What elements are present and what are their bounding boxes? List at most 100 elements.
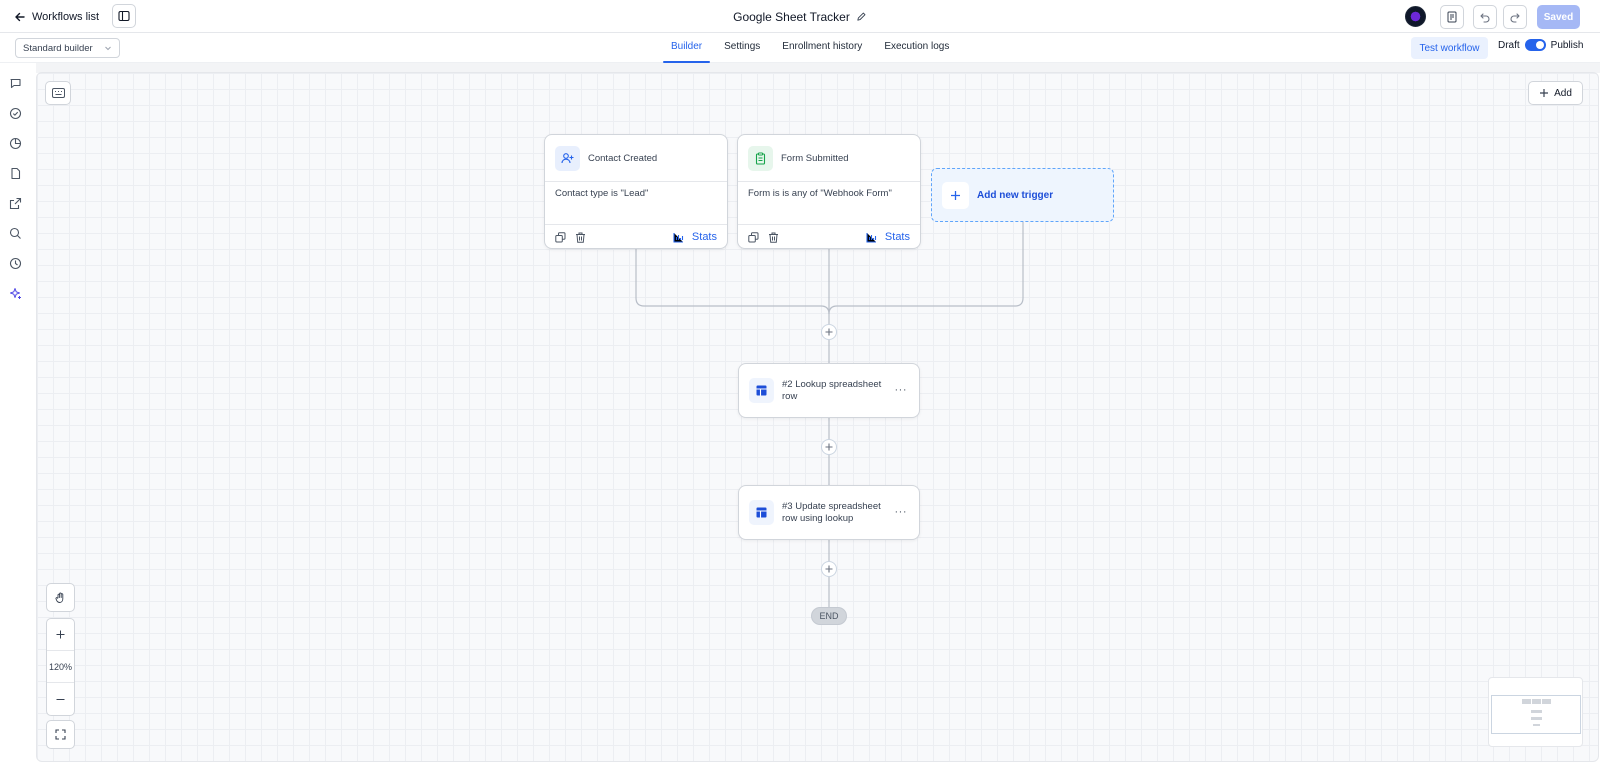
publish-toggle-group: Draft Publish bbox=[1498, 39, 1583, 51]
avatar[interactable] bbox=[1405, 6, 1426, 27]
trigger-condition: Contact type is "Lead" bbox=[545, 182, 727, 225]
minus-icon bbox=[56, 698, 65, 700]
sidebar-panel-icon bbox=[118, 10, 130, 22]
expand-icon bbox=[55, 729, 66, 740]
stats-label: Stats bbox=[884, 231, 910, 243]
external-link-icon[interactable] bbox=[9, 197, 22, 210]
hand-icon bbox=[55, 592, 64, 603]
action-card-update-row[interactable]: #3 Update spreadsheet row using lookup ·… bbox=[738, 485, 920, 540]
undo-icon bbox=[1480, 13, 1490, 23]
add-step-button[interactable] bbox=[821, 439, 837, 455]
user-plus-icon bbox=[555, 145, 580, 171]
fit-view-button[interactable] bbox=[46, 720, 75, 749]
plus-icon bbox=[56, 630, 65, 639]
trigger-header: Form Submitted bbox=[738, 135, 920, 182]
minimap-node bbox=[1542, 699, 1551, 704]
action-name: #3 Update spreadsheet row using lookup bbox=[782, 500, 881, 524]
add-new-trigger-label: Add new trigger bbox=[977, 189, 1054, 201]
clipboard-icon bbox=[748, 145, 773, 171]
redo-icon bbox=[1510, 13, 1520, 23]
sub-bar: Standard builder Builder Settings Enroll… bbox=[0, 33, 1600, 63]
history-icon[interactable] bbox=[9, 257, 22, 270]
tabs: Builder Settings Enrollment history Exec… bbox=[660, 33, 960, 63]
minimap-node bbox=[1531, 717, 1542, 720]
zoom-level: 120% bbox=[47, 651, 74, 683]
minimap[interactable] bbox=[1488, 677, 1583, 747]
copy-icon[interactable] bbox=[555, 231, 566, 243]
zoom-level-label: 120% bbox=[48, 661, 73, 672]
action-name: #2 Lookup spreadsheet row bbox=[782, 378, 882, 402]
chevron-down-icon bbox=[105, 46, 111, 51]
back-to-workflows-button[interactable]: Workflows list bbox=[14, 7, 99, 27]
plus-icon bbox=[942, 181, 969, 209]
pan-mode-button[interactable] bbox=[46, 583, 75, 612]
plus-icon bbox=[825, 443, 833, 451]
trigger-header: Contact Created bbox=[545, 135, 727, 182]
bar-chart-icon bbox=[866, 232, 876, 243]
top-bar: Workflows list Google Sheet Tracker Save… bbox=[0, 0, 1600, 33]
builder-mode-select[interactable]: Standard builder bbox=[15, 38, 120, 58]
add-button[interactable]: Add bbox=[1528, 81, 1583, 105]
test-workflow-button[interactable]: Test workflow bbox=[1411, 37, 1488, 59]
zoom-in-button[interactable] bbox=[47, 619, 74, 651]
left-rail bbox=[0, 63, 36, 764]
draft-label: Draft bbox=[1498, 39, 1520, 51]
search-icon[interactable] bbox=[9, 227, 22, 240]
back-label: Workflows list bbox=[32, 11, 100, 23]
tab-settings[interactable]: Settings bbox=[713, 33, 771, 63]
pie-chart-icon[interactable] bbox=[9, 137, 22, 150]
bar-chart-icon bbox=[673, 232, 683, 243]
spreadsheet-icon bbox=[749, 378, 774, 403]
add-step-button[interactable] bbox=[821, 324, 837, 340]
chat-icon[interactable] bbox=[9, 77, 22, 90]
stats-button[interactable]: Stats bbox=[866, 231, 910, 243]
panel-toggle-button[interactable] bbox=[112, 4, 136, 28]
more-options-icon[interactable]: ··· bbox=[895, 384, 908, 396]
keyboard-icon bbox=[51, 88, 65, 98]
minimap-node bbox=[1532, 699, 1541, 704]
zoom-out-button[interactable] bbox=[47, 683, 74, 715]
trigger-card-contact-created[interactable]: Contact Created Contact type is "Lead" S… bbox=[544, 134, 728, 249]
stats-label: Stats bbox=[691, 231, 717, 243]
saved-button[interactable]: Saved bbox=[1537, 5, 1580, 29]
action-card-lookup-row[interactable]: #2 Lookup spreadsheet row ··· bbox=[738, 363, 920, 418]
trigger-name: Form Submitted bbox=[781, 152, 849, 164]
add-label: Add bbox=[1554, 87, 1572, 99]
zoom-controls: 120% bbox=[46, 618, 75, 716]
plus-icon bbox=[1540, 89, 1549, 97]
more-options-icon[interactable]: ··· bbox=[895, 506, 908, 518]
pencil-icon[interactable] bbox=[856, 11, 867, 22]
notes-icon bbox=[1447, 11, 1457, 23]
spreadsheet-icon bbox=[749, 500, 774, 525]
trash-icon[interactable] bbox=[575, 232, 586, 243]
add-new-trigger-button[interactable]: Add new trigger bbox=[931, 168, 1114, 222]
minimap-node bbox=[1533, 724, 1540, 726]
tab-enrollment-history[interactable]: Enrollment history bbox=[771, 33, 873, 63]
trigger-footer: Stats bbox=[738, 225, 920, 249]
trigger-condition: Form is is any of "Webhook Form" bbox=[738, 182, 920, 225]
keyboard-shortcuts-button[interactable] bbox=[45, 81, 71, 105]
redo-button[interactable] bbox=[1503, 5, 1527, 29]
publish-label: Publish bbox=[1550, 39, 1584, 51]
workflow-title[interactable]: Google Sheet Tracker bbox=[733, 10, 850, 24]
stats-button[interactable]: Stats bbox=[673, 231, 717, 243]
notes-button[interactable] bbox=[1440, 5, 1464, 29]
tab-builder[interactable]: Builder bbox=[660, 33, 713, 63]
copy-icon[interactable] bbox=[748, 231, 759, 243]
builder-mode-value: Standard builder bbox=[23, 42, 93, 54]
trigger-card-form-submitted[interactable]: Form Submitted Form is is any of "Webhoo… bbox=[737, 134, 921, 249]
minimap-node bbox=[1522, 699, 1531, 704]
add-step-button[interactable] bbox=[821, 561, 837, 577]
publish-toggle[interactable] bbox=[1524, 39, 1546, 51]
sparkle-icon[interactable] bbox=[9, 287, 22, 300]
undo-button[interactable] bbox=[1473, 5, 1497, 29]
workflow-title-area: Google Sheet Tracker bbox=[0, 0, 1600, 33]
plus-icon bbox=[825, 328, 833, 336]
trigger-name: Contact Created bbox=[588, 152, 658, 164]
document-icon[interactable] bbox=[9, 167, 22, 180]
tab-execution-logs[interactable]: Execution logs bbox=[873, 33, 960, 63]
trash-icon[interactable] bbox=[768, 232, 779, 243]
end-node: END bbox=[811, 607, 847, 625]
plus-icon bbox=[825, 565, 833, 573]
check-circle-icon[interactable] bbox=[9, 107, 22, 120]
